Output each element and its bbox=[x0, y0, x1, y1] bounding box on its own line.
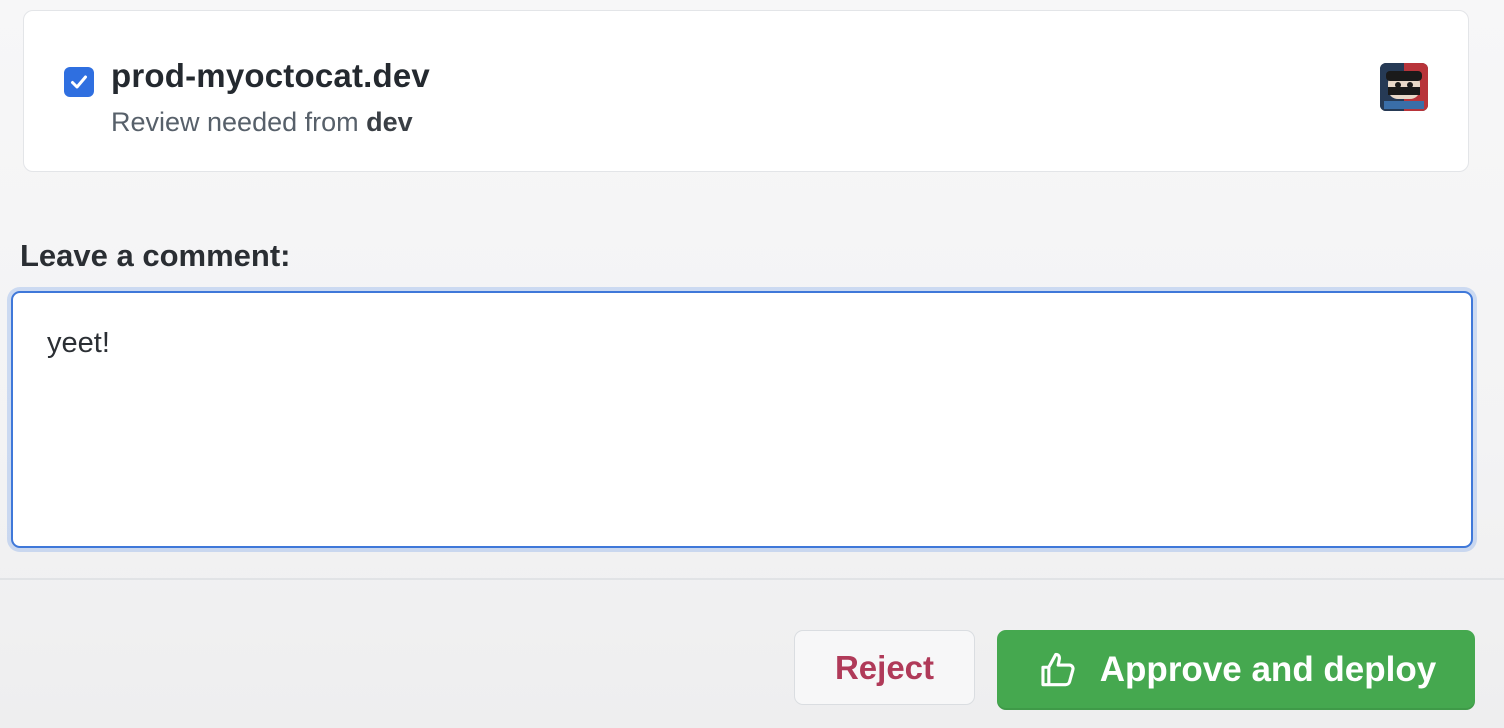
environment-name: prod-myoctocat.dev bbox=[111, 57, 430, 94]
approve-and-deploy-button[interactable]: Approve and deploy bbox=[997, 630, 1475, 710]
review-team: dev bbox=[366, 107, 413, 137]
user-avatar[interactable] bbox=[1380, 63, 1428, 111]
checkmark-icon bbox=[71, 75, 87, 89]
deployment-review-panel: prod-myoctocat.dev Review needed from de… bbox=[0, 0, 1504, 728]
comment-label: Leave a comment: bbox=[20, 238, 291, 273]
reject-button[interactable]: Reject bbox=[794, 630, 975, 705]
environment-checkbox[interactable] bbox=[64, 67, 94, 97]
thumbs-up-icon bbox=[1036, 648, 1080, 692]
review-needed-text: Review needed from dev bbox=[111, 107, 413, 138]
approve-button-label: Approve and deploy bbox=[1099, 650, 1437, 689]
environment-card: prod-myoctocat.dev Review needed from de… bbox=[23, 10, 1469, 172]
review-needed-prefix: Review needed from bbox=[111, 107, 367, 137]
comment-textarea[interactable] bbox=[11, 291, 1473, 548]
section-divider bbox=[0, 578, 1504, 580]
avatar-icon bbox=[1380, 63, 1428, 111]
